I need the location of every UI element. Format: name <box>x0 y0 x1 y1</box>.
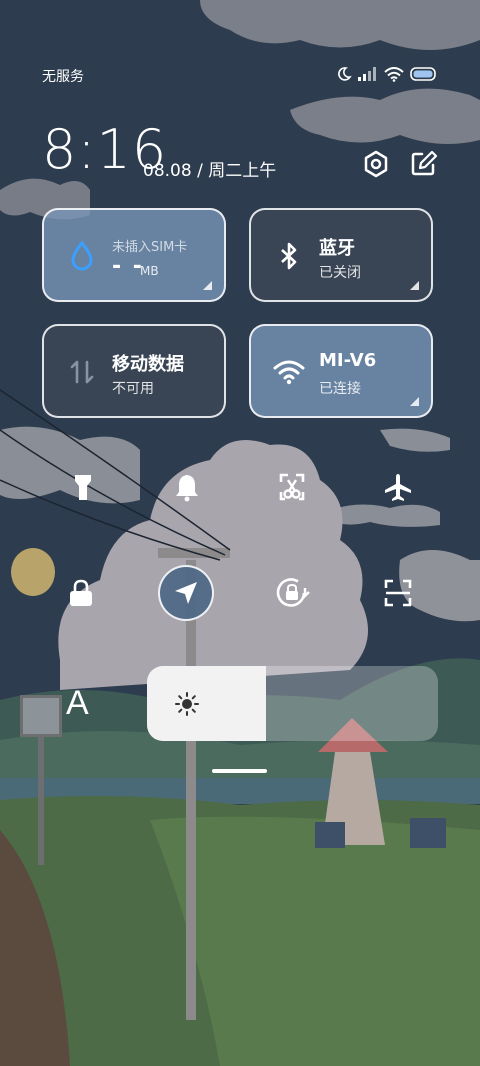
tile-expand-corner <box>410 397 419 406</box>
carrier-label: 无服务 <box>42 69 84 85</box>
status-icons <box>336 66 438 82</box>
mobile-data-status: 不可用 <box>112 381 154 397</box>
tile-expand-corner <box>203 281 212 290</box>
airplane-icon <box>385 474 411 501</box>
wifi-network-name: MI-V6 <box>319 350 377 371</box>
screenshot-toggle[interactable] <box>267 462 317 512</box>
airplane-toggle[interactable] <box>373 462 423 512</box>
scanner-toggle[interactable] <box>373 568 423 618</box>
auto-rotate-icon <box>276 578 310 607</box>
tile-expand-corner <box>410 281 419 290</box>
water-drop-icon <box>71 240 93 271</box>
edit-icon[interactable] <box>410 150 438 178</box>
wifi-icon <box>273 360 305 385</box>
bluetooth-icon <box>281 242 297 270</box>
panel-handle[interactable] <box>212 769 267 773</box>
sun-icon <box>175 692 199 716</box>
wifi-icon <box>384 66 404 82</box>
data-usage-unit: MB <box>140 264 159 278</box>
status-bar: 无服务 <box>0 62 480 90</box>
lock-icon <box>70 579 92 606</box>
screenshot-icon <box>279 473 305 501</box>
flashlight-icon <box>75 475 91 500</box>
sim-status-label: 未插入SIM卡 <box>112 240 188 255</box>
location-icon <box>175 582 197 604</box>
battery-icon <box>410 67 436 81</box>
location-toggle[interactable] <box>158 565 214 621</box>
mobile-data-tile[interactable]: 移动数据 不可用 <box>42 324 226 418</box>
flashlight-toggle[interactable] <box>58 462 108 512</box>
brightness-slider[interactable] <box>147 666 438 741</box>
moon-icon <box>338 67 352 81</box>
mobile-data-title: 移动数据 <box>112 354 184 375</box>
auto-rotate-toggle[interactable] <box>267 568 317 618</box>
date-label: 08.08 / 周二上午 <box>143 161 277 181</box>
bell-icon <box>176 475 198 502</box>
ringer-toggle[interactable] <box>162 462 212 512</box>
brightness-fill <box>147 666 267 741</box>
bluetooth-status: 已关闭 <box>319 265 361 281</box>
scan-icon <box>384 579 412 607</box>
data-arrows-icon <box>70 360 94 384</box>
settings-icon[interactable] <box>362 150 390 178</box>
wifi-tile[interactable]: MI-V6 已连接 <box>249 324 433 418</box>
font-size-button[interactable]: A <box>66 684 89 723</box>
signal-icon <box>358 67 376 81</box>
screen-lock-toggle[interactable] <box>56 568 106 618</box>
bluetooth-title: 蓝牙 <box>319 238 355 259</box>
bluetooth-tile[interactable]: 蓝牙 已关闭 <box>249 208 433 302</box>
wifi-status: 已连接 <box>319 381 361 397</box>
sim-data-tile[interactable]: 未插入SIM卡 - - MB <box>42 208 226 302</box>
